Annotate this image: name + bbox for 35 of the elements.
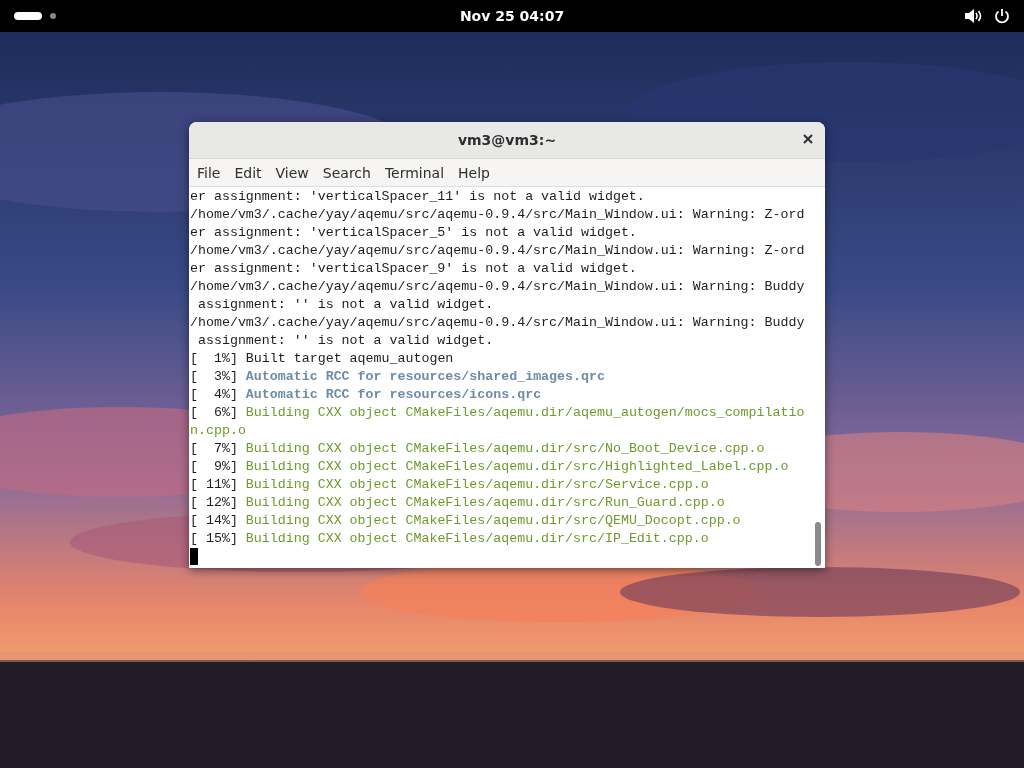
workspace-indicator[interactable] xyxy=(50,13,56,19)
menu-item[interactable]: Edit xyxy=(228,164,268,181)
terminal-line: [ 12%] Building CXX object CMakeFiles/aqemu.dir/src/Run_Guard.cpp.o xyxy=(190,494,726,512)
terminal-line: [ 11%] Building CXX object CMakeFiles/aqemu.dir/src/Service.cpp.o xyxy=(190,476,710,494)
terminal-line: assignment: '' is not a valid widget. xyxy=(196,332,495,350)
power-icon[interactable] xyxy=(994,8,1010,24)
workspace-indicator[interactable] xyxy=(14,12,42,20)
close-icon[interactable] xyxy=(801,132,815,146)
terminal-line: [ 6%] Building CXX object CMakeFiles/aqemu.dir/aqemu_autogen/mocs_compilatio xyxy=(190,404,806,422)
terminal-line: assignment: '' is not a valid widget. xyxy=(196,296,495,314)
menu-item[interactable]: View xyxy=(269,164,315,181)
terminal-line: [ 3%] Automatic RCC for resources/shared_images.qrc xyxy=(190,368,606,386)
terminal-line: [ 9%] Building CXX object CMakeFiles/aqemu.dir/src/Highlighted_Label.cpp.o xyxy=(190,458,790,476)
terminal-line: [ 1%] Built target aqemu_autogen xyxy=(190,350,455,368)
menu-item[interactable]: Search xyxy=(316,164,377,181)
terminal-line: /home/vm3/.cache/yay/aqemu/src/aqemu-0.9.4/src/Main_Window.ui: Warning: Buddy xyxy=(190,314,806,332)
menu-item[interactable]: Help xyxy=(452,164,496,181)
terminal-line: /home/vm3/.cache/yay/aqemu/src/aqemu-0.9.4/src/Main_Window.ui: Warning: Buddy xyxy=(190,278,806,296)
window-title: vm3@vm3:~ xyxy=(457,132,557,148)
terminal-line: /home/vm3/.cache/yay/aqemu/src/aqemu-0.9.4/src/Main_Window.ui: Warning: Z-ord xyxy=(190,242,806,260)
scrollbar-thumb[interactable] xyxy=(815,522,821,566)
volume-icon[interactable] xyxy=(964,8,982,24)
terminal-line: er assignment: 'verticalSpacer_11' is not a valid widget. xyxy=(190,188,646,206)
terminal-line: er assignment: 'verticalSpacer_5' is not a valid widget. xyxy=(190,224,638,242)
text-cursor xyxy=(190,548,198,565)
terminal-line: [ 15%] Building CXX object CMakeFiles/aqemu.dir/src/IP_Edit.cpp.o xyxy=(190,530,710,548)
menu-item[interactable]: Terminal xyxy=(378,164,451,181)
clock[interactable]: Nov 25 04:07 xyxy=(459,8,565,24)
terminal-line: er assignment: 'verticalSpacer_9' is not a valid widget. xyxy=(190,260,638,278)
menu-item[interactable]: File xyxy=(191,164,227,181)
terminal-line: [ 7%] Building CXX object CMakeFiles/aqemu.dir/src/No_Boot_Device.cpp.o xyxy=(190,440,766,458)
terminal-line: [ 4%] Automatic RCC for resources/icons.qrc xyxy=(190,386,543,404)
terminal-line: n.cpp.o xyxy=(190,422,247,440)
terminal-line: [ 14%] Building CXX object CMakeFiles/aqemu.dir/src/QEMU_Docopt.cpp.o xyxy=(190,512,742,530)
terminal-line: /home/vm3/.cache/yay/aqemu/src/aqemu-0.9.4/src/Main_Window.ui: Warning: Z-ord xyxy=(190,206,806,224)
